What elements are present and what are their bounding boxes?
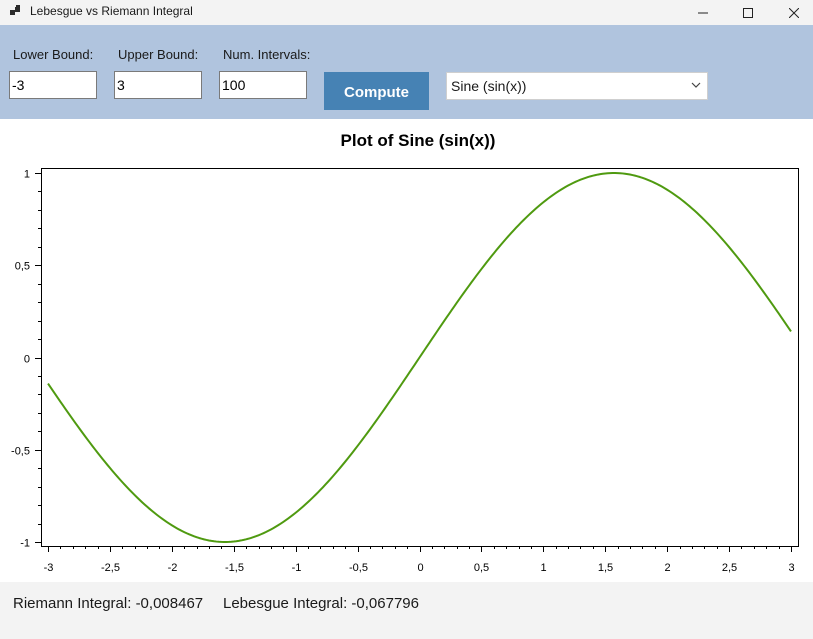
upper-bound-input[interactable]	[114, 71, 202, 99]
x-tick-label: -3	[44, 562, 54, 574]
y-tick-label: 1	[24, 169, 30, 181]
y-tick-label: 0	[24, 354, 30, 366]
lebesgue-result: Lebesgue Integral: -0,067796	[223, 595, 419, 612]
function-select-value: Sine (sin(x))	[451, 78, 527, 94]
x-tick-label: 0	[417, 562, 423, 574]
upper-bound-label: Upper Bound:	[118, 47, 199, 62]
maximize-icon	[743, 7, 753, 18]
maximize-button[interactable]	[725, 0, 771, 25]
riemann-result: Riemann Integral: -0,008467	[13, 595, 204, 612]
x-tick-label: -1	[292, 562, 302, 574]
lower-bound-input[interactable]	[9, 71, 97, 99]
window-title: Lebesgue vs Riemann Integral	[30, 4, 193, 18]
close-icon	[789, 7, 799, 18]
close-button[interactable]	[771, 0, 813, 25]
title-bar: Lebesgue vs Riemann Integral	[0, 0, 813, 25]
app-icon	[10, 5, 20, 15]
x-tick-label: 0,5	[474, 562, 489, 574]
x-tick-label: 1	[540, 562, 546, 574]
chevron-down-icon	[691, 82, 701, 88]
intervals-input[interactable]	[219, 71, 307, 99]
compute-button[interactable]: Compute	[324, 72, 429, 110]
status-bar: Riemann Integral: -0,008467 Lebesgue Int…	[0, 582, 813, 639]
x-tick-label: -2	[168, 562, 178, 574]
x-tick-label: 1,5	[598, 562, 613, 574]
x-tick-label: -0,5	[349, 562, 368, 574]
x-tick-label: 3	[788, 562, 794, 574]
x-tick-label: -1,5	[225, 562, 244, 574]
y-tick-label: -0,5	[11, 446, 30, 458]
intervals-label: Num. Intervals:	[223, 47, 311, 62]
x-tick-label: 2,5	[722, 562, 737, 574]
y-tick-label: -1	[20, 538, 30, 550]
function-select[interactable]: Sine (sin(x))	[446, 72, 708, 100]
sine-chart: -3 -2,5 -2 -1,5 -1 -0,5 0 0,5 1 1,5 2 2,5 3 1 0,5 0 -0,5…	[11, 168, 799, 574]
minimize-icon	[698, 12, 708, 13]
y-tick-label: 0,5	[15, 261, 30, 273]
x-tick-label: 2	[664, 562, 670, 574]
minimize-button[interactable]	[680, 0, 726, 25]
lower-bound-label: Lower Bound:	[13, 47, 94, 62]
control-panel: Lower Bound: Upper Bound: Num. Intervals…	[0, 25, 813, 119]
x-tick-label: -2,5	[101, 562, 120, 574]
